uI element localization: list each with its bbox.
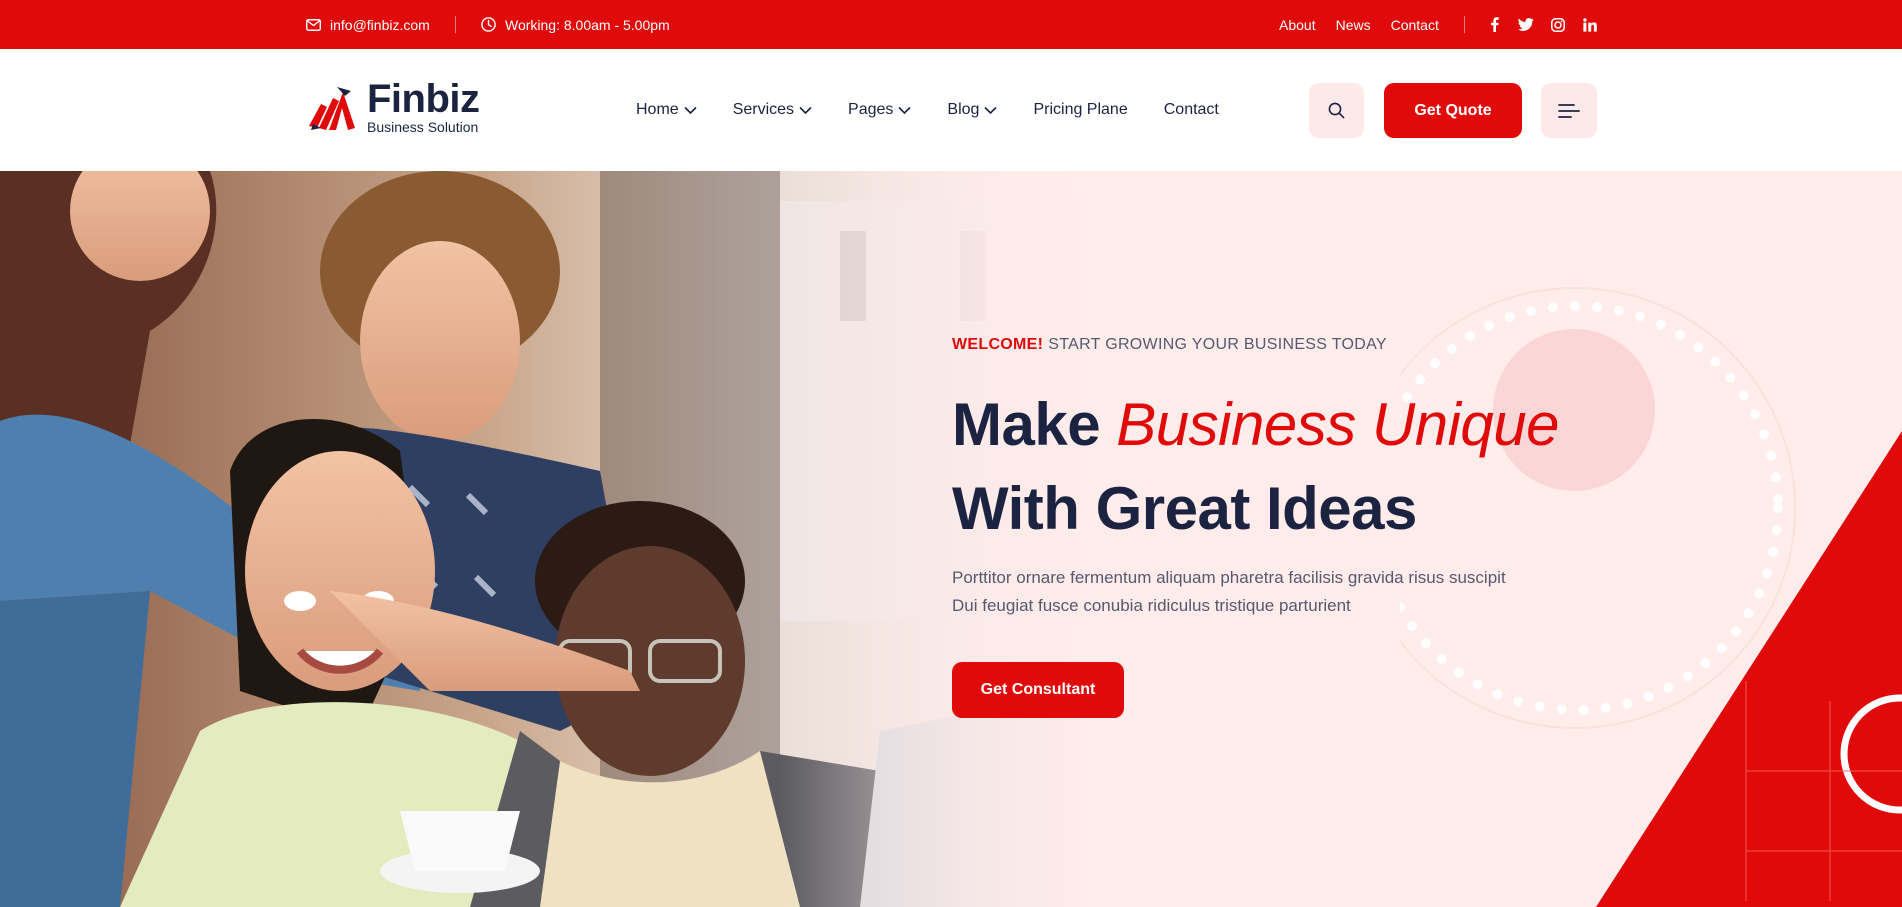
top-link-about[interactable]: About <box>1279 17 1316 33</box>
hero-kicker: WELCOME! START GROWING YOUR BUSINESS TODA… <box>952 336 1387 354</box>
twitter-icon[interactable] <box>1518 17 1534 33</box>
top-links: About News Contact <box>1279 0 1439 49</box>
mail-icon <box>306 18 321 31</box>
top-bar: info@finbiz.com Working: 8.00am - 5.00pm… <box>0 0 1902 49</box>
working-hours: Working: 8.00am - 5.00pm <box>481 0 670 49</box>
logo-text: Finbiz Business Solution <box>367 77 480 135</box>
search-button[interactable] <box>1309 83 1364 138</box>
brand-tagline: Business Solution <box>367 119 479 135</box>
email-text: info@finbiz.com <box>330 16 430 33</box>
chevron-down-icon <box>898 106 911 114</box>
logo-mark-icon <box>309 87 355 130</box>
title-plain: Make <box>952 391 1101 458</box>
nav-item-label: Blog <box>947 101 980 118</box>
chevron-down-icon <box>799 106 812 114</box>
hero-title: Make Business Unique With Great Ideas <box>952 383 1560 551</box>
menu-button[interactable] <box>1541 83 1597 138</box>
hero-section: WELCOME! START GROWING YOUR BUSINESS TODA… <box>0 171 1902 907</box>
divider <box>455 16 456 33</box>
title-accent: Business Unique <box>1116 391 1560 458</box>
description-line-2: Dui feugiat fusce conubia ridiculus tris… <box>952 596 1351 615</box>
divider <box>1464 16 1465 33</box>
nav-item-services[interactable]: Services <box>733 101 812 119</box>
menu-icon <box>1558 103 1580 118</box>
get-quote-button[interactable]: Get Quote <box>1384 83 1522 138</box>
search-icon <box>1328 102 1345 119</box>
kicker-accent: WELCOME! <box>952 336 1044 353</box>
chevron-down-icon <box>984 106 998 114</box>
kicker-text: START GROWING YOUR BUSINESS TODAY <box>1048 336 1387 353</box>
nav-item-label: Services <box>732 101 795 118</box>
top-link-contact[interactable]: Contact <box>1391 17 1439 33</box>
nav-item-label: Contact <box>1163 101 1219 118</box>
main-nav: Home Services Pages Blog Pricing Plane C… <box>636 49 1255 171</box>
hero-title-line-2: With Great Ideas <box>952 475 1417 542</box>
main-header: Finbiz Business Solution Home Services P… <box>0 49 1902 171</box>
nav-item-label: Home <box>636 101 679 118</box>
nav-item-pricing[interactable]: Pricing Plane <box>1033 101 1127 119</box>
chevron-down-icon <box>684 106 697 114</box>
logo[interactable]: Finbiz Business Solution <box>307 77 480 135</box>
get-consultant-button[interactable]: Get Consultant <box>952 662 1124 718</box>
instagram-icon[interactable] <box>1550 17 1566 33</box>
hours-text: Working: 8.00am - 5.00pm <box>505 16 670 33</box>
nav-item-label: Pricing Plane <box>1033 101 1128 118</box>
description-line-1: Porttitor ornare fermentum aliquam phare… <box>952 568 1506 587</box>
facebook-icon[interactable] <box>1486 17 1502 33</box>
nav-item-pages[interactable]: Pages <box>848 101 911 119</box>
brand-name: Finbiz <box>367 77 480 121</box>
linkedin-icon[interactable] <box>1582 17 1598 33</box>
nav-item-label: Pages <box>848 101 894 118</box>
top-link-news[interactable]: News <box>1336 17 1371 33</box>
contact-email[interactable]: info@finbiz.com <box>306 0 430 49</box>
nav-item-blog[interactable]: Blog <box>947 101 998 119</box>
clock-icon <box>481 17 496 32</box>
hero-description: Porttitor ornare fermentum aliquam phare… <box>952 564 1592 620</box>
nav-item-home[interactable]: Home <box>636 101 697 119</box>
social-links <box>1486 0 1598 49</box>
nav-item-contact[interactable]: Contact <box>1164 101 1219 119</box>
hero-title-line-1: Make Business Unique <box>952 383 1560 467</box>
